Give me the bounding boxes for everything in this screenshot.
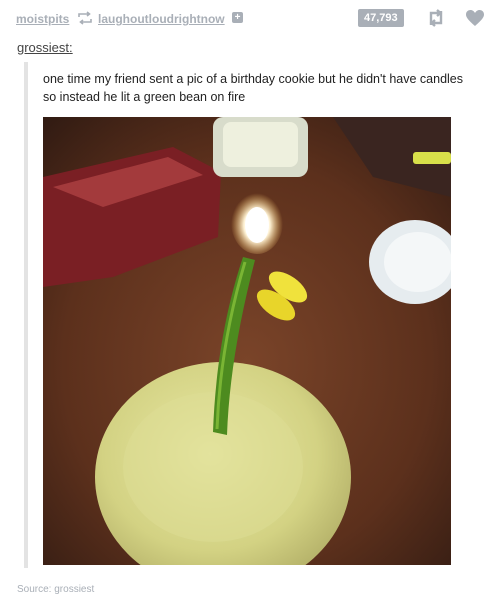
post-header: moistpits laughoutloudrightnow + 47,793 bbox=[0, 0, 500, 38]
op-colon: : bbox=[69, 40, 73, 55]
reblog-icon[interactable] bbox=[427, 9, 445, 27]
heart-icon[interactable] bbox=[465, 9, 485, 27]
cookie-photo bbox=[43, 117, 451, 565]
op-username[interactable]: grossiest bbox=[17, 40, 69, 55]
post-text: one time my friend sent a pic of a birth… bbox=[43, 72, 463, 104]
note-count[interactable]: 47,793 bbox=[358, 9, 404, 27]
post-source[interactable]: Source: grossiest bbox=[17, 584, 94, 595]
post-photo[interactable] bbox=[43, 117, 451, 565]
add-icon[interactable]: + bbox=[232, 12, 243, 23]
poster-username[interactable]: moistpits bbox=[16, 12, 69, 26]
reblogged-from-username[interactable]: laughoutloudrightnow bbox=[98, 12, 225, 26]
reblog-icon bbox=[78, 11, 92, 25]
op-attribution: grossiest: bbox=[17, 40, 73, 55]
